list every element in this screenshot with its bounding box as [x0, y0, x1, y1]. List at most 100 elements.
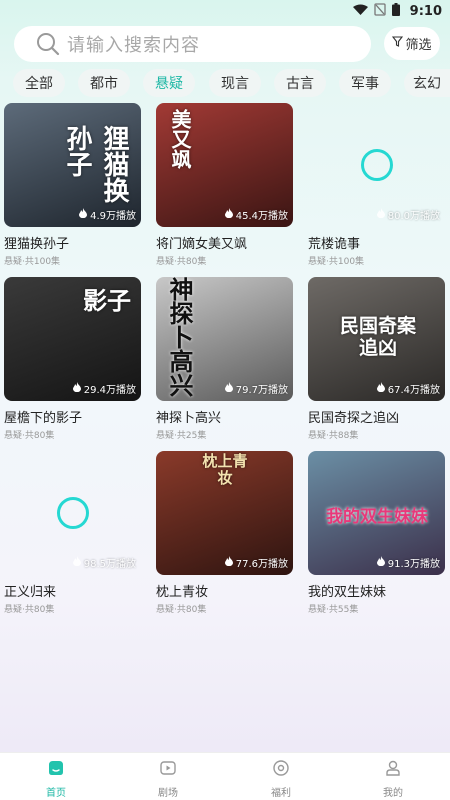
fire-icon [72, 382, 81, 395]
loading-spinner [360, 149, 393, 181]
drama-card[interactable]: 神探卜高兴 79.7万播放 神探卜高兴 悬疑·共25集 [156, 277, 293, 441]
drama-title: 枕上青妆 [156, 585, 209, 600]
tab-military[interactable]: 军事 [339, 69, 391, 97]
search-icon [36, 32, 60, 56]
drama-meta: 悬疑·共80集 [156, 257, 207, 267]
filter-icon [392, 36, 405, 51]
home-icon [47, 759, 65, 781]
fire-icon [79, 208, 88, 221]
nav-label: 首页 [46, 788, 66, 799]
drama-card[interactable]: 影子 29.4万播放 屋檐下的影子 悬疑·共80集 [4, 277, 141, 441]
drama-poster: 98.5万播放 [4, 451, 141, 575]
tab-fantasy[interactable]: 玄幻 [404, 69, 450, 97]
wifi-icon [352, 4, 368, 20]
drama-title: 将门嫡女美又飒 [156, 237, 248, 252]
play-count-label: 79.7万播放 [235, 385, 288, 396]
play-count: 29.4万播放 [72, 381, 136, 396]
filter-button[interactable]: 筛选 [384, 27, 440, 60]
category-tabs: 全部 都市 悬疑 现言 古言 军事 玄幻 [0, 69, 450, 97]
tab-urban[interactable]: 都市 [78, 69, 130, 97]
drama-title: 狸猫换孙子 [4, 237, 70, 252]
poster-title-art: 枕上青妆 [202, 452, 248, 487]
status-icons: 9:10 [352, 3, 442, 20]
welfare-icon [272, 759, 290, 781]
drama-card[interactable]: 我的双生妹妹 91.3万播放 我的双生妹妹 悬疑·共55集 [308, 451, 445, 615]
tab-modern-romance[interactable]: 现言 [209, 69, 261, 97]
drama-poster: 民国奇案 追凶 67.4万播放 [308, 277, 445, 401]
play-count-label: 80.0万播放 [387, 211, 440, 222]
fire-icon [376, 382, 385, 395]
drama-card[interactable]: 狸猫换孙子 4.9万播放 狸猫换孙子 悬疑·共100集 [4, 103, 141, 267]
tab-suspense[interactable]: 悬疑 [143, 69, 195, 97]
drama-meta: 悬疑·共80集 [4, 431, 55, 441]
nav-label: 我的 [383, 788, 403, 799]
drama-meta: 悬疑·共100集 [4, 257, 61, 267]
drama-card[interactable]: 民国奇案 追凶 67.4万播放 民国奇探之追凶 悬疑·共88集 [308, 277, 445, 441]
drama-poster: 美又飒 45.4万播放 [156, 103, 293, 227]
drama-poster: 神探卜高兴 79.7万播放 [156, 277, 293, 401]
status-time: 9:10 [409, 4, 442, 19]
drama-meta: 悬疑·共80集 [156, 605, 207, 615]
filter-label: 筛选 [405, 38, 432, 53]
play-count: 91.3万播放 [376, 555, 440, 570]
fire-icon [72, 556, 81, 569]
nav-welfare[interactable]: 福利 [251, 759, 311, 799]
play-count: 77.6万播放 [224, 555, 288, 570]
bottom-nav: 首页 剧场 福利 我的 [0, 752, 450, 800]
play-count: 80.0万播放 [376, 207, 440, 222]
battery-icon [391, 3, 400, 20]
drama-meta: 悬疑·共25集 [156, 431, 207, 441]
tab-label: 现言 [221, 76, 249, 92]
tab-ancient-romance[interactable]: 古言 [274, 69, 326, 97]
theater-icon [159, 759, 177, 781]
tab-label: 全部 [25, 76, 53, 92]
drama-poster: 我的双生妹妹 91.3万播放 [308, 451, 445, 575]
drama-card[interactable]: 枕上青妆 77.6万播放 枕上青妆 悬疑·共80集 [156, 451, 293, 615]
play-count-label: 77.6万播放 [235, 559, 288, 570]
drama-title: 荒楼诡事 [308, 237, 361, 252]
poster-title-art: 民国奇案 追凶 [339, 315, 416, 359]
nav-label: 剧场 [158, 788, 178, 799]
tab-all[interactable]: 全部 [13, 69, 65, 97]
play-count: 79.7万播放 [224, 381, 288, 396]
fire-icon [224, 556, 233, 569]
play-count-label: 45.4万播放 [235, 211, 288, 222]
search-input[interactable]: 请输入搜索内容 [14, 26, 371, 62]
fire-icon [376, 556, 385, 569]
tab-label: 古言 [286, 76, 314, 92]
tab-label: 玄幻 [413, 76, 441, 92]
tab-label: 军事 [351, 76, 379, 92]
drama-card[interactable]: 98.5万播放 正义归来 悬疑·共80集 [4, 451, 141, 615]
loading-spinner [56, 497, 89, 529]
poster-title-art: 影子 [83, 286, 131, 315]
drama-poster: 80.0万播放 [308, 103, 445, 227]
drama-meta: 悬疑·共80集 [4, 605, 55, 615]
drama-poster: 影子 29.4万播放 [4, 277, 141, 401]
drama-card[interactable]: 美又飒 45.4万播放 将门嫡女美又飒 悬疑·共80集 [156, 103, 293, 267]
drama-meta: 悬疑·共88集 [308, 431, 359, 441]
play-count-label: 67.4万播放 [387, 385, 440, 396]
play-count: 98.5万播放 [72, 555, 136, 570]
drama-title: 正义归来 [4, 585, 57, 600]
play-count: 45.4万播放 [224, 207, 288, 222]
nav-home[interactable]: 首页 [26, 759, 86, 799]
profile-icon [384, 759, 402, 781]
play-count: 4.9万播放 [79, 207, 136, 222]
drama-title: 我的双生妹妹 [308, 585, 387, 600]
drama-title: 民国奇探之追凶 [308, 411, 400, 426]
drama-title: 神探卜高兴 [156, 411, 222, 426]
nav-profile[interactable]: 我的 [363, 759, 423, 799]
fire-icon [224, 208, 233, 221]
play-count-label: 29.4万播放 [83, 385, 136, 396]
play-count: 67.4万播放 [376, 381, 440, 396]
fire-icon [224, 382, 233, 395]
signal-icon [374, 3, 386, 20]
status-bar: 9:10 [0, 0, 450, 22]
fire-icon [376, 208, 385, 221]
drama-meta: 悬疑·共55集 [308, 605, 359, 615]
nav-theater[interactable]: 剧场 [138, 759, 198, 799]
tab-label: 都市 [90, 76, 118, 92]
play-count-label: 4.9万播放 [90, 211, 136, 222]
nav-label: 福利 [271, 788, 291, 799]
drama-card[interactable]: 80.0万播放 荒楼诡事 悬疑·共100集 [308, 103, 445, 267]
